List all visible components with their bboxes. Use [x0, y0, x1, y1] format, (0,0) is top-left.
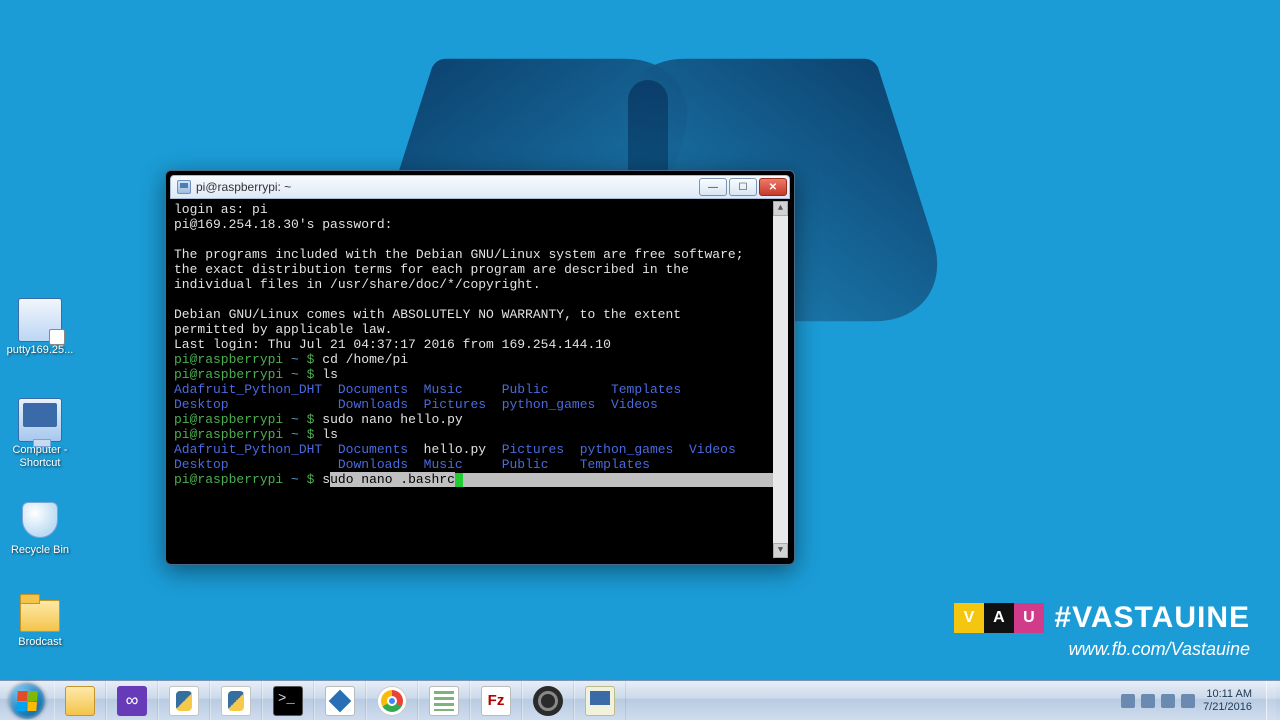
terminal-line: permitted by applicable law.	[174, 322, 786, 337]
system-tray[interactable]: 10:11 AM 7/21/2016	[1117, 681, 1280, 720]
terminal-line: Desktop Downloads Music Public Templates	[174, 457, 786, 472]
desktop-icon-label: putty169.25...	[2, 344, 78, 357]
clock-time: 10:11 AM	[1203, 688, 1252, 701]
terminal-line: Last login: Thu Jul 21 04:37:17 2016 fro…	[174, 337, 786, 352]
explorer-icon	[65, 686, 95, 716]
taskbar-pins	[54, 681, 626, 720]
maximize-button[interactable]: ☐	[729, 178, 757, 196]
chrome-icon	[377, 686, 407, 716]
taskbar-item-chrome[interactable]	[366, 681, 418, 720]
terminal-line: pi@raspberrypi ~ $ ls	[174, 367, 786, 382]
computer-icon	[18, 398, 62, 442]
scroll-up-button[interactable]: ▲	[773, 201, 788, 216]
python-icon	[221, 686, 251, 716]
taskbar-item-cmd[interactable]	[262, 681, 314, 720]
terminal-scrollbar[interactable]: ▲ ▼	[773, 201, 788, 558]
sheet-icon	[429, 686, 459, 716]
terminal-line: Desktop Downloads Pictures python_games …	[174, 397, 786, 412]
cmd-icon	[273, 686, 303, 716]
tray-action-center-icon[interactable]	[1141, 694, 1155, 708]
terminal-line: The programs included with the Debian GN…	[174, 247, 786, 262]
terminal-window[interactable]: pi@raspberrypi: ~ — ☐ ✕ login as: pi pi@…	[165, 170, 795, 565]
computer-icon	[18, 298, 62, 342]
terminal-line: Adafruit_Python_DHT Documents hello.py P…	[174, 442, 786, 457]
putty-icon	[585, 686, 615, 716]
taskbar[interactable]: 10:11 AM 7/21/2016	[0, 680, 1280, 720]
taskbar-item-python-shell[interactable]	[210, 681, 262, 720]
taskbar-item-obs[interactable]	[522, 681, 574, 720]
terminal-current-line[interactable]: pi@raspberrypi ~ $ sudo nano .bashrc	[174, 472, 786, 487]
tool-icon	[325, 686, 355, 716]
taskbar-item-python-idle[interactable]	[158, 681, 210, 720]
desktop-icon-label: Brodcast	[2, 636, 78, 649]
taskbar-clock[interactable]: 10:11 AM 7/21/2016	[1203, 688, 1252, 713]
folder-icon	[18, 590, 62, 634]
watermark: V A U #VASTAUINE www.fb.com/Vastauine	[954, 601, 1250, 660]
tray-volume-icon[interactable]	[1181, 694, 1195, 708]
desktop-icon-computer-shortcut[interactable]: Computer - Shortcut	[2, 398, 78, 469]
terminal-line: pi@raspberrypi ~ $ sudo nano hello.py	[174, 412, 786, 427]
taskbar-item-putty[interactable]	[574, 681, 626, 720]
window-title: pi@raspberrypi: ~	[196, 180, 699, 194]
show-desktop-button[interactable]	[1266, 681, 1276, 720]
desktop-icon-label: Computer - Shortcut	[2, 444, 78, 469]
taskbar-item-filezilla[interactable]	[470, 681, 522, 720]
terminal-line: Debian GNU/Linux comes with ABSOLUTELY N…	[174, 307, 786, 322]
python-icon	[169, 686, 199, 716]
taskbar-item-sheet[interactable]	[418, 681, 470, 720]
desktop-icon-label: Recycle Bin	[2, 544, 78, 557]
close-button[interactable]: ✕	[759, 178, 787, 196]
watermark-hashtag: #VASTAUINE	[1054, 601, 1250, 635]
recycle-bin-icon	[18, 498, 62, 542]
taskbar-item-visual-studio[interactable]	[106, 681, 158, 720]
visual-studio-icon	[117, 686, 147, 716]
clock-date: 7/21/2016	[1203, 701, 1252, 714]
watermark-url: www.fb.com/Vastauine	[954, 639, 1250, 660]
tray-chevron-icon[interactable]	[1121, 694, 1135, 708]
desktop-icon-putty-session[interactable]: putty169.25...	[2, 298, 78, 357]
terminal-line: the exact distribution terms for each pr…	[174, 262, 786, 277]
tray-network-icon[interactable]	[1161, 694, 1175, 708]
taskbar-item-explorer[interactable]	[54, 681, 106, 720]
start-button[interactable]	[0, 681, 54, 720]
taskbar-item-tool[interactable]	[314, 681, 366, 720]
desktop-icon-recycle-bin[interactable]: Recycle Bin	[2, 498, 78, 557]
putty-icon	[177, 180, 191, 194]
cursor-icon	[455, 473, 463, 487]
terminal-line: login as: pi	[174, 202, 786, 217]
obs-icon	[533, 686, 563, 716]
vau-logo: V A U	[954, 603, 1044, 633]
windows-orb-icon	[9, 683, 45, 719]
terminal-line: pi@raspberrypi ~ $ cd /home/pi	[174, 352, 786, 367]
minimize-button[interactable]: —	[699, 178, 727, 196]
terminal-line: pi@169.254.18.30's password:	[174, 217, 786, 232]
terminal-line: individual files in /usr/share/doc/*/cop…	[174, 277, 786, 292]
terminal-line: pi@raspberrypi ~ $ ls	[174, 427, 786, 442]
desktop-icon-broadcast-folder[interactable]: Brodcast	[2, 590, 78, 649]
terminal-line: Adafruit_Python_DHT Documents Music Publ…	[174, 382, 786, 397]
filezilla-icon	[481, 686, 511, 716]
terminal-body[interactable]: login as: pi pi@169.254.18.30's password…	[172, 201, 788, 558]
titlebar[interactable]: pi@raspberrypi: ~ — ☐ ✕	[170, 175, 790, 199]
scroll-down-button[interactable]: ▼	[773, 543, 788, 558]
